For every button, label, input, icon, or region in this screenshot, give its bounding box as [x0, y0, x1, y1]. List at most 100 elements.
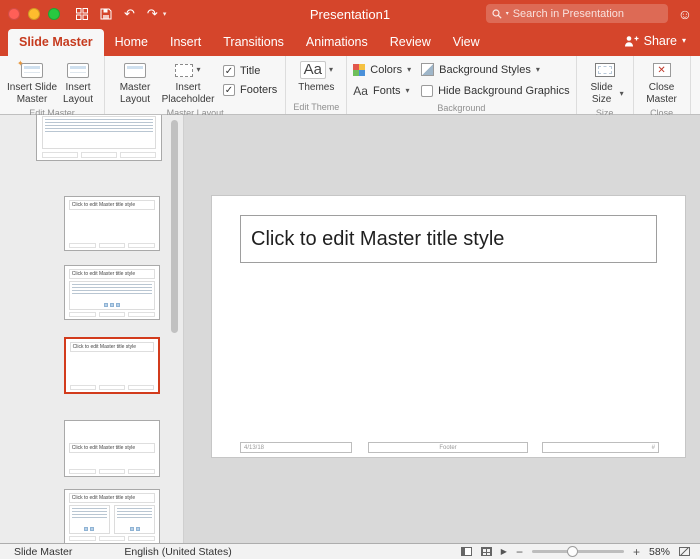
slide-canvas[interactable]: Click to edit Master title style 4/13/18… — [211, 195, 686, 458]
maximize-window-button[interactable] — [48, 7, 60, 20]
hide-background-graphics-checkbox[interactable]: Hide Background Graphics — [421, 80, 570, 101]
share-button[interactable]: Share ▾ — [618, 28, 692, 56]
thumbnail-layout-title[interactable]: Click to edit Master title style — [64, 196, 160, 251]
search-icon — [492, 8, 502, 19]
insert-placeholder-label: Insert Placeholder — [161, 82, 215, 105]
view-status-label: Slide Master — [14, 545, 73, 558]
insert-placeholder-button[interactable]: ▾ Insert Placeholder — [159, 59, 217, 106]
themes-icon: Aa — [299, 61, 326, 79]
zoom-in-icon[interactable]: + — [633, 546, 640, 558]
insert-slide-master-label: Insert Slide Master — [6, 82, 58, 105]
tab-insert[interactable]: Insert — [159, 29, 212, 56]
ribbon-group-close: ✕ Close Master Close — [634, 56, 691, 118]
close-master-button[interactable]: ✕ Close Master — [640, 59, 684, 106]
zoom-slider-knob[interactable] — [566, 546, 578, 557]
footer-placeholder[interactable]: Footer — [368, 442, 528, 453]
thumbnail-title-text: Click to edit Master title style — [68, 443, 156, 454]
master-layout-icon — [124, 62, 146, 78]
minimize-window-button[interactable] — [28, 7, 40, 20]
chevron-down-icon: ▾ — [407, 64, 412, 74]
master-title-placeholder[interactable]: Click to edit Master title style — [240, 215, 657, 263]
slide-sorter-view-icon[interactable] — [480, 547, 492, 556]
fonts-icon: Aa — [353, 83, 368, 98]
save-icon[interactable] — [100, 8, 112, 20]
background-styles-dropdown[interactable]: Background Styles ▾ — [421, 59, 569, 80]
thumbnail-layout-two-content[interactable]: Click to edit Master title style — [64, 489, 160, 543]
search-input[interactable] — [512, 7, 662, 20]
close-master-icon: ✕ — [652, 63, 671, 77]
search-box[interactable]: ▾ — [485, 4, 668, 23]
sidebar-scrollbar[interactable] — [171, 120, 178, 333]
traffic-lights — [8, 7, 60, 20]
slideshow-view-icon[interactable]: ▶ — [501, 547, 507, 556]
content-area: Click to edit Master title style Click t… — [0, 115, 700, 543]
insert-placeholder-icon — [175, 63, 194, 77]
tab-view[interactable]: View — [442, 29, 491, 56]
tab-review[interactable]: Review — [379, 29, 442, 56]
powerpoint-window: { "icons": { "chevron_down": "▾", "check… — [0, 0, 700, 559]
tab-home[interactable]: Home — [104, 29, 159, 56]
slide-number-placeholder[interactable]: # — [542, 442, 659, 453]
slide-editing-area: Click to edit Master title style 4/13/18… — [183, 115, 700, 543]
ribbon-group-size: Slide Size ▾ Size — [577, 56, 634, 118]
thumbnail-title-text: Click to edit Master title style — [68, 268, 156, 279]
tab-slide-master[interactable]: Slide Master — [8, 29, 104, 56]
colors-icon — [353, 63, 366, 76]
insert-layout-label: Insert Layout — [62, 82, 94, 105]
view-grid-icon[interactable] — [76, 7, 88, 20]
insert-layout-icon — [67, 62, 89, 78]
ribbon-group-edit-theme: Aa ▾ Themes Edit Theme — [286, 56, 348, 114]
insert-layout-button[interactable]: Insert Layout — [58, 59, 98, 106]
fit-slide-to-window-icon[interactable] — [679, 547, 690, 556]
zoom-out-icon[interactable]: − — [516, 546, 523, 558]
insert-slide-master-button[interactable]: ✦ Insert Slide Master — [6, 59, 58, 106]
themes-label: Themes — [298, 82, 335, 93]
chevron-down-icon: ▾ — [405, 85, 410, 95]
close-window-button[interactable] — [8, 7, 20, 20]
thumbnail-layout-title-only-selected[interactable]: Click to edit Master title style — [64, 337, 160, 394]
slide-size-button[interactable]: Slide Size ▾ — [583, 59, 627, 106]
status-bar: Slide Master English (United States) ▶ −… — [0, 543, 700, 559]
language-status[interactable]: English (United States) — [124, 546, 231, 558]
ribbon-tab-bar: Slide Master Home Insert Transitions Ani… — [0, 27, 700, 56]
tab-transitions[interactable]: Transitions — [212, 29, 295, 56]
ribbon-group-background: Colors ▾ Aa Fonts ▾ Background Styles ▾ — [347, 56, 577, 114]
chevron-down-icon[interactable]: ▾ — [163, 10, 167, 18]
group-label-edit-theme: Edit Theme — [293, 102, 340, 112]
titlebar: ↶ ↷ ▾ Presentation1 ▾ ☺ — [0, 0, 700, 27]
checkbox-empty-icon — [421, 84, 434, 97]
close-master-label: Close Master — [646, 82, 677, 105]
chevron-down-icon[interactable]: ▾ — [506, 10, 509, 17]
zoom-slider[interactable] — [531, 546, 624, 557]
undo-icon[interactable]: ↶ — [124, 7, 135, 20]
tab-animations[interactable]: Animations — [295, 29, 379, 56]
feedback-smiley-icon[interactable]: ☺ — [678, 6, 692, 22]
date-placeholder[interactable]: 4/13/18 — [240, 442, 352, 453]
chevron-down-icon: ▾ — [196, 65, 201, 74]
chevron-down-icon: ▾ — [328, 65, 333, 74]
thumbnail-master-slide[interactable]: Click to edit Master title style — [36, 115, 162, 161]
themes-button[interactable]: Aa ▾ Themes — [292, 59, 340, 94]
title-checkbox[interactable]: ✓ Title — [223, 65, 277, 77]
thumbnail-layout-centered-title[interactable]: Click to edit Master title style — [64, 420, 160, 477]
hide-background-graphics-label: Hide Background Graphics — [438, 84, 570, 97]
footers-checkbox[interactable]: ✓ Footers — [223, 84, 277, 96]
chevron-down-icon: ▾ — [535, 64, 540, 74]
zoom-percent[interactable]: 58% — [649, 546, 670, 558]
thumbnail-title-text: Click to edit Master title style — [69, 341, 155, 352]
ribbon: ✦ Insert Slide Master Insert Layout Edit… — [0, 56, 700, 118]
thumbnail-layout-title-content[interactable]: Click to edit Master title style — [64, 265, 160, 320]
normal-view-icon[interactable] — [460, 547, 472, 556]
master-layout-label: Master Layout — [119, 82, 151, 105]
footers-checkbox-label: Footers — [240, 84, 278, 96]
fonts-label: Fonts — [372, 84, 401, 97]
fonts-dropdown[interactable]: Aa Fonts ▾ — [353, 80, 411, 101]
redo-icon[interactable]: ↷ — [147, 7, 158, 20]
chevron-down-icon: ▾ — [619, 89, 624, 98]
master-layout-button[interactable]: Master Layout — [111, 59, 159, 106]
layout-thumbnail-pane: Click to edit Master title style Click t… — [0, 115, 183, 543]
chevron-down-icon: ▾ — [681, 36, 686, 45]
colors-dropdown[interactable]: Colors ▾ — [353, 59, 411, 80]
quick-access-toolbar: ↶ ↷ ▾ — [76, 7, 166, 20]
share-person-icon — [624, 36, 639, 47]
